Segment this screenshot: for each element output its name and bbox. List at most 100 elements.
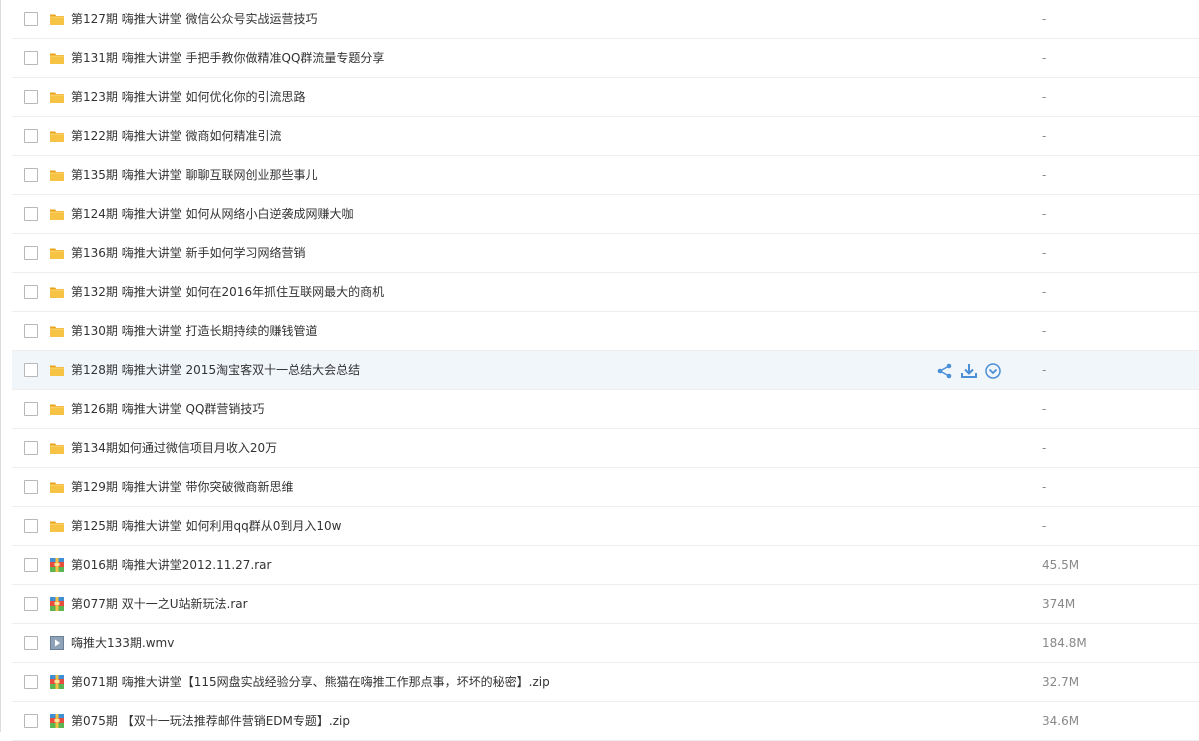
archive-file-icon: [49, 557, 65, 573]
folder-icon: [49, 323, 65, 339]
file-row[interactable]: 第071期 嗨推大讲堂【115网盘实战经验分享、熊猫在嗨推工作那点事，坏坏的秘密…: [12, 663, 1199, 702]
folder-row[interactable]: 第124期 嗨推大讲堂 如何从网络小白逆袭成网赚大咖 -: [12, 195, 1199, 234]
folder-row[interactable]: 第131期 嗨推大讲堂 手把手教你做精准QQ群流量专题分享 -: [12, 39, 1199, 78]
row-checkbox[interactable]: [24, 12, 38, 26]
item-name-link[interactable]: 第071期 嗨推大讲堂【115网盘实战经验分享、熊猫在嗨推工作那点事，坏坏的秘密…: [71, 675, 550, 689]
folder-row[interactable]: 第123期 嗨推大讲堂 如何优化你的引流思路 -: [12, 78, 1199, 117]
item-size: 34.6M: [1042, 714, 1080, 728]
item-name-link[interactable]: 第128期 嗨推大讲堂 2015淘宝客双十一总结大会总结: [71, 363, 360, 377]
item-size: -: [1042, 285, 1047, 299]
row-checkbox[interactable]: [24, 636, 38, 650]
item-name-link[interactable]: 第136期 嗨推大讲堂 新手如何学习网络营销: [71, 246, 306, 260]
folder-icon: [49, 245, 65, 261]
folder-row[interactable]: 第130期 嗨推大讲堂 打造长期持续的赚钱管道 -: [12, 312, 1199, 351]
row-checkbox[interactable]: [24, 246, 38, 260]
item-size: -: [1042, 12, 1047, 26]
folder-icon: [49, 167, 65, 183]
archive-file-icon: [49, 674, 65, 690]
item-name-link[interactable]: 第135期 嗨推大讲堂 聊聊互联网创业那些事儿: [71, 168, 318, 182]
item-size: -: [1042, 51, 1047, 65]
item-size: -: [1042, 441, 1047, 455]
folder-icon: [49, 362, 65, 378]
item-name-link[interactable]: 第016期 嗨推大讲堂2012.11.27.rar: [71, 558, 271, 572]
item-size: -: [1042, 246, 1047, 260]
archive-file-icon: [49, 713, 65, 729]
row-checkbox[interactable]: [24, 480, 38, 494]
row-checkbox[interactable]: [24, 519, 38, 533]
folder-icon: [49, 11, 65, 27]
row-checkbox[interactable]: [24, 129, 38, 143]
row-checkbox[interactable]: [24, 675, 38, 689]
file-row[interactable]: 嗨推大133期.wmv 184.8M: [12, 624, 1199, 663]
file-row[interactable]: 第075期 【双十一玩法推荐邮件营销EDM专题】.zip 34.6M: [12, 702, 1199, 741]
folder-row[interactable]: 第129期 嗨推大讲堂 带你突破微商新思维 -: [12, 468, 1199, 507]
item-name-link[interactable]: 第125期 嗨推大讲堂 如何利用qq群从0到月入10w: [71, 519, 342, 533]
more-options-icon[interactable]: [984, 362, 1002, 380]
item-size: -: [1042, 363, 1047, 377]
row-checkbox[interactable]: [24, 51, 38, 65]
row-checkbox[interactable]: [24, 402, 38, 416]
item-name-link[interactable]: 第122期 嗨推大讲堂 微商如何精准引流: [71, 129, 282, 143]
archive-file-icon: [49, 596, 65, 612]
item-name-link[interactable]: 第130期 嗨推大讲堂 打造长期持续的赚钱管道: [71, 324, 318, 338]
item-size: 32.7M: [1042, 675, 1080, 689]
folder-icon: [49, 50, 65, 66]
item-name-link[interactable]: 第131期 嗨推大讲堂 手把手教你做精准QQ群流量专题分享: [71, 51, 384, 65]
row-checkbox[interactable]: [24, 714, 38, 728]
file-row[interactable]: 第016期 嗨推大讲堂2012.11.27.rar 45.5M: [12, 546, 1199, 585]
item-name-link[interactable]: 第127期 嗨推大讲堂 微信公众号实战运营技巧: [71, 12, 318, 26]
item-name-link[interactable]: 第134期如何通过微信项目月收入20万: [71, 441, 277, 455]
item-name-link[interactable]: 第129期 嗨推大讲堂 带你突破微商新思维: [71, 480, 294, 494]
folder-icon: [49, 518, 65, 534]
item-size: 184.8M: [1042, 636, 1087, 650]
folder-icon: [49, 401, 65, 417]
row-checkbox[interactable]: [24, 207, 38, 221]
item-name-link[interactable]: 第126期 嗨推大讲堂 QQ群营销技巧: [71, 402, 264, 416]
row-checkbox[interactable]: [24, 168, 38, 182]
item-size: -: [1042, 324, 1047, 338]
row-checkbox[interactable]: [24, 441, 38, 455]
left-border: [0, 0, 1, 732]
folder-row[interactable]: 第135期 嗨推大讲堂 聊聊互联网创业那些事儿 -: [12, 156, 1199, 195]
item-name-link[interactable]: 第075期 【双十一玩法推荐邮件营销EDM专题】.zip: [71, 714, 350, 728]
folder-row[interactable]: 第134期如何通过微信项目月收入20万 -: [12, 429, 1199, 468]
file-list: 第127期 嗨推大讲堂 微信公众号实战运营技巧 - 第131期 嗨推大讲堂 手把手教…: [12, 0, 1199, 741]
file-row[interactable]: 第077期 双十一之U站新玩法.rar 374M: [12, 585, 1199, 624]
row-checkbox[interactable]: [24, 558, 38, 572]
folder-icon: [49, 89, 65, 105]
item-size: -: [1042, 480, 1047, 494]
row-checkbox[interactable]: [24, 597, 38, 611]
item-name-link[interactable]: 第077期 双十一之U站新玩法.rar: [71, 597, 248, 611]
folder-row[interactable]: 第122期 嗨推大讲堂 微商如何精准引流 -: [12, 117, 1199, 156]
item-name-link[interactable]: 第132期 嗨推大讲堂 如何在2016年抓住互联网最大的商机: [71, 285, 384, 299]
folder-row[interactable]: 第132期 嗨推大讲堂 如何在2016年抓住互联网最大的商机 -: [12, 273, 1199, 312]
share-icon[interactable]: [936, 362, 954, 380]
row-actions: [936, 362, 1006, 380]
folder-icon: [49, 284, 65, 300]
item-name-link[interactable]: 嗨推大133期.wmv: [71, 636, 174, 650]
folder-row[interactable]: 第126期 嗨推大讲堂 QQ群营销技巧 -: [12, 390, 1199, 429]
folder-row[interactable]: 第136期 嗨推大讲堂 新手如何学习网络营销 -: [12, 234, 1199, 273]
folder-row[interactable]: 第127期 嗨推大讲堂 微信公众号实战运营技巧 -: [12, 0, 1199, 39]
folder-row[interactable]: 第125期 嗨推大讲堂 如何利用qq群从0到月入10w -: [12, 507, 1199, 546]
folder-icon: [49, 440, 65, 456]
item-size: 374M: [1042, 597, 1076, 611]
item-name-link[interactable]: 第123期 嗨推大讲堂 如何优化你的引流思路: [71, 90, 306, 104]
item-name-link[interactable]: 第124期 嗨推大讲堂 如何从网络小白逆袭成网赚大咖: [71, 207, 354, 221]
folder-icon: [49, 479, 65, 495]
item-size: -: [1042, 402, 1047, 416]
row-checkbox[interactable]: [24, 285, 38, 299]
folder-row[interactable]: 第128期 嗨推大讲堂 2015淘宝客双十一总结大会总结 -: [12, 351, 1199, 390]
row-checkbox[interactable]: [24, 90, 38, 104]
download-icon[interactable]: [960, 362, 978, 380]
row-checkbox[interactable]: [24, 324, 38, 338]
folder-icon: [49, 206, 65, 222]
item-size: -: [1042, 519, 1047, 533]
folder-icon: [49, 128, 65, 144]
item-size: -: [1042, 129, 1047, 143]
item-size: -: [1042, 168, 1047, 182]
row-checkbox[interactable]: [24, 363, 38, 377]
item-size: -: [1042, 90, 1047, 104]
item-size: 45.5M: [1042, 558, 1080, 572]
video-file-icon: [49, 635, 65, 651]
